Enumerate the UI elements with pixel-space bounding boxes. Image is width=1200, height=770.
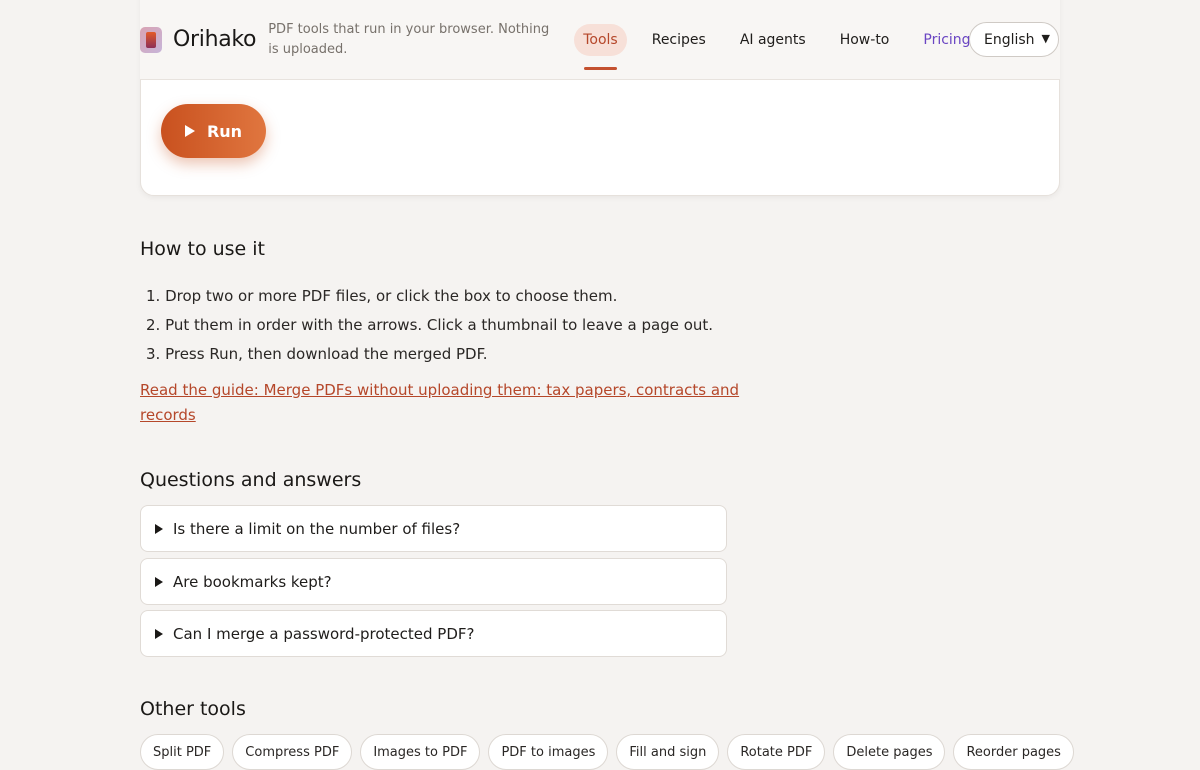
- brand-name[interactable]: Orihako: [173, 27, 257, 52]
- step-item: 2. Put them in order with the arrows. Cl…: [146, 316, 714, 334]
- play-icon: [184, 125, 195, 137]
- faq-question: Can I merge a password-protected PDF?: [173, 624, 475, 643]
- tool-chip[interactable]: PDF to images: [488, 734, 609, 770]
- nav-tools[interactable]: Tools: [574, 23, 627, 70]
- disclosure-arrow-icon: [155, 576, 163, 587]
- how-to-steps: 1. Drop two or more PDF files, or click …: [146, 282, 713, 369]
- tagline: PDF tools that run in your browser. Noth…: [268, 21, 550, 57]
- faq-item[interactable]: Are bookmarks kept?: [140, 558, 727, 605]
- faq-item[interactable]: Is there a limit on the number of files?: [140, 505, 727, 552]
- faq-item[interactable]: Can I merge a password-protected PDF?: [140, 610, 727, 657]
- main-nav: Tools Recipes AI agents How-to Pricing: [574, 0, 995, 80]
- language-value: English: [984, 31, 1035, 48]
- how-to-title: How to use it: [140, 238, 266, 260]
- tool-chip[interactable]: Delete pages: [833, 734, 946, 770]
- guide-link[interactable]: Read the guide: Merge PDFs without uploa…: [140, 378, 740, 428]
- faq-question: Is there a limit on the number of files?: [173, 519, 461, 538]
- run-button[interactable]: Run: [161, 104, 266, 158]
- tool-chip[interactable]: Reorder pages: [953, 734, 1074, 770]
- tool-chip[interactable]: Compress PDF: [232, 734, 353, 770]
- step-item: 1. Drop two or more PDF files, or click …: [146, 287, 618, 305]
- other-tools-list: Split PDF Compress PDF Images to PDF PDF…: [140, 734, 1082, 770]
- tool-chip[interactable]: Images to PDF: [360, 734, 481, 770]
- chevron-down-icon: ▼: [1041, 32, 1050, 45]
- step-item: 3. Press Run, then download the merged P…: [146, 345, 488, 363]
- other-tools-title: Other tools: [140, 698, 246, 720]
- faq-question: Are bookmarks kept?: [173, 572, 332, 591]
- site-header: Orihako PDF tools that run in your brows…: [140, 0, 1060, 80]
- orihako-logo-icon[interactable]: [140, 26, 162, 53]
- faq-title: Questions and answers: [140, 469, 362, 491]
- tool-chip[interactable]: Split PDF: [140, 734, 225, 770]
- language-select[interactable]: English ▼: [969, 22, 1059, 57]
- disclosure-arrow-icon: [155, 628, 163, 639]
- tool-chip[interactable]: Rotate PDF: [727, 734, 826, 770]
- nav-how-to[interactable]: How-to: [831, 24, 899, 56]
- nav-ai-agents[interactable]: AI agents: [731, 24, 815, 56]
- disclosure-arrow-icon: [155, 523, 163, 534]
- nav-recipes[interactable]: Recipes: [643, 24, 715, 56]
- run-label: Run: [206, 121, 243, 141]
- tool-chip[interactable]: Fill and sign: [616, 734, 720, 770]
